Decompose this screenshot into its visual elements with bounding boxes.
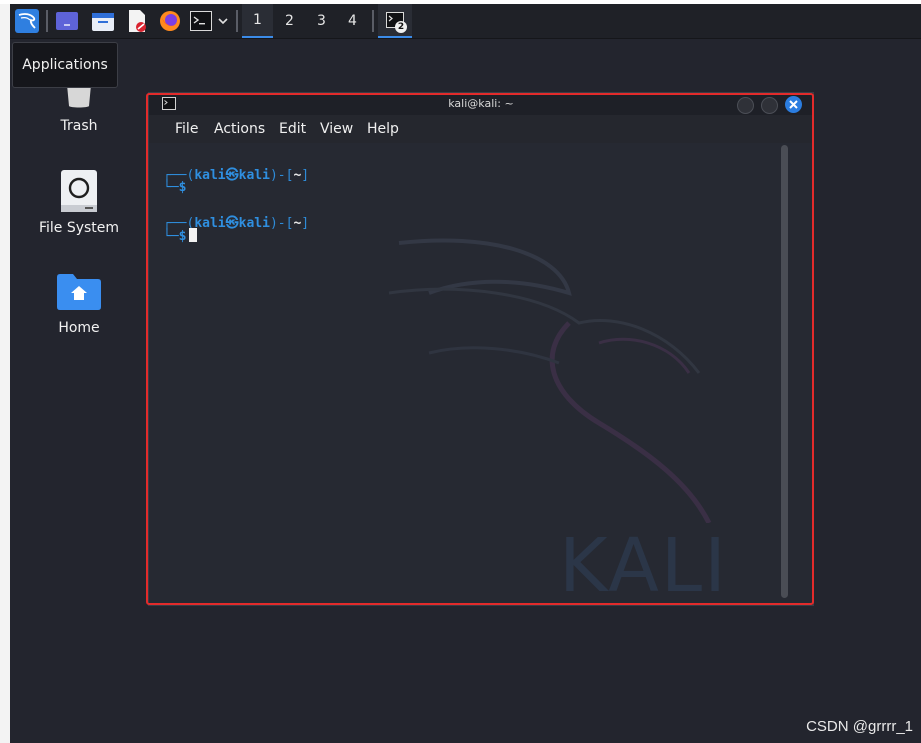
prompt-symbol: └─$ bbox=[163, 229, 187, 244]
workspace-4[interactable]: 4 bbox=[337, 4, 368, 38]
prompt-host: kali bbox=[238, 168, 270, 183]
prompt-frame: )-[ bbox=[269, 216, 294, 231]
taskbar-separator bbox=[236, 10, 238, 32]
minimize-button[interactable] bbox=[737, 97, 754, 114]
csdn-watermark: CSDN @grrrr_1 bbox=[806, 718, 913, 735]
desktop-icon-label: File System bbox=[38, 220, 120, 236]
prompt-user: kali bbox=[194, 168, 226, 183]
taskbar-separator bbox=[46, 10, 48, 32]
taskbar-terminal-task[interactable]: 2 bbox=[378, 4, 412, 38]
taskbar-separator bbox=[372, 10, 374, 32]
menu-help[interactable]: Help bbox=[367, 121, 399, 137]
close-button[interactable] bbox=[785, 96, 802, 113]
prompt-frame: ] bbox=[301, 216, 310, 231]
taskbar: 1 2 3 4 2 bbox=[10, 4, 921, 39]
applications-tooltip: Applications bbox=[12, 42, 118, 88]
workspace-2[interactable]: 2 bbox=[274, 4, 305, 38]
close-icon bbox=[789, 100, 798, 109]
kali-dragon-watermark bbox=[388, 238, 712, 523]
menu-file[interactable]: File bbox=[175, 121, 198, 137]
kali-text-watermark: KALI bbox=[559, 523, 728, 605]
prompt-frame: ] bbox=[301, 168, 310, 183]
maximize-button[interactable] bbox=[761, 97, 778, 114]
terminal-output[interactable]: KALI ┌──(kali㉿kali)-[~] └─$ ┌──(kali㉿kal… bbox=[149, 143, 813, 605]
task-count-badge: 2 bbox=[395, 21, 407, 33]
terminal-window: kali@kali: ~ File Actions Edit View Help bbox=[148, 92, 814, 606]
chevron-down-icon[interactable] bbox=[214, 8, 232, 34]
desktop-icon-label: Home bbox=[58, 320, 100, 336]
drive-icon bbox=[61, 170, 97, 212]
text-editor-icon[interactable] bbox=[124, 8, 150, 34]
prompt-host: kali bbox=[238, 216, 270, 231]
kali-menu-icon[interactable] bbox=[14, 8, 40, 34]
desktop-icon-file-system[interactable]: File System bbox=[24, 170, 134, 236]
window-title: kali@kali: ~ bbox=[448, 97, 514, 110]
terminal-titlebar[interactable]: kali@kali: ~ bbox=[149, 93, 813, 115]
desktop-icon-home[interactable]: Home bbox=[24, 274, 134, 336]
terminal-launcher-icon[interactable] bbox=[188, 8, 214, 34]
prompt-symbol: └─$ bbox=[163, 180, 187, 195]
workspace-1[interactable]: 1 bbox=[242, 4, 273, 38]
firefox-icon[interactable] bbox=[157, 8, 183, 34]
prompt-frame: )-[ bbox=[269, 168, 294, 183]
active-prompt: └─$ bbox=[163, 228, 198, 244]
terminal-scrollbar[interactable] bbox=[781, 145, 788, 598]
menu-edit[interactable]: Edit bbox=[279, 121, 306, 137]
desktop: 1 2 3 4 2 Applications Trash File System bbox=[10, 4, 921, 743]
home-folder-icon bbox=[57, 274, 101, 310]
menu-view[interactable]: View bbox=[320, 121, 353, 137]
prompt-user: kali bbox=[194, 216, 226, 231]
desktop-icon-label: Trash bbox=[60, 118, 98, 134]
workspace-switcher-icon[interactable] bbox=[54, 8, 80, 34]
prompt-at: ㉿ bbox=[225, 216, 239, 231]
prompt-at: ㉿ bbox=[225, 168, 239, 183]
menu-actions[interactable]: Actions bbox=[214, 121, 265, 137]
terminal-menubar: File Actions Edit View Help bbox=[149, 115, 813, 144]
workspace-3[interactable]: 3 bbox=[306, 4, 337, 38]
file-manager-icon[interactable] bbox=[90, 8, 116, 34]
text-cursor bbox=[189, 228, 198, 242]
